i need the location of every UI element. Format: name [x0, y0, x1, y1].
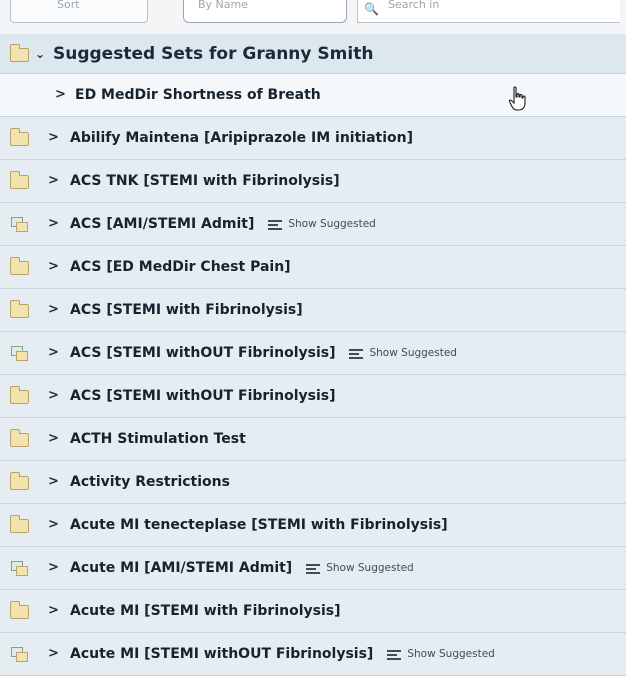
- list-item[interactable]: > ACS TNK [STEMI with Fibrinolysis]: [0, 160, 626, 203]
- chevron-down-icon[interactable]: ⌄: [35, 46, 47, 62]
- search-input[interactable]: Search in: [357, 0, 620, 23]
- toolbar: Sort By Name Search in 🔍: [0, 0, 626, 35]
- list-item-text: ACS TNK [STEMI with Fibrinolysis]: [70, 173, 340, 189]
- chevron-right-icon[interactable]: >: [48, 173, 60, 189]
- toolbar-segment[interactable]: Sort: [10, 0, 148, 23]
- chevron-right-icon[interactable]: >: [48, 302, 60, 318]
- list-item[interactable]: > Acute MI tenecteplase [STEMI with Fibri…: [0, 504, 626, 547]
- suggested-sets-title: Suggested Sets for Granny Smith: [53, 43, 374, 64]
- folder-icon: [10, 300, 29, 318]
- list-lines-icon: [387, 649, 402, 660]
- list-lines-icon: [349, 348, 364, 359]
- list-item-label: ACS [STEMI withOUT Fibrinolysis] Show Sug…: [70, 344, 457, 362]
- folder-icon: [10, 429, 29, 447]
- list-item-label: ACS [AMI/STEMI Admit] Show Suggested: [70, 215, 376, 233]
- list-item-text: Acute MI [STEMI withOUT Fibrinolysis]: [70, 646, 374, 662]
- list-item-text: ACTH Stimulation Test: [70, 431, 246, 447]
- chevron-right-icon[interactable]: >: [48, 646, 60, 662]
- list-item-label: Activity Restrictions: [70, 473, 230, 491]
- list-item[interactable]: > Activity Restrictions: [0, 461, 626, 504]
- folder-icon: [10, 257, 29, 275]
- folder-icon: [10, 386, 29, 404]
- list-item-label: Acute MI [STEMI with Fibrinolysis]: [70, 602, 341, 620]
- list-item-text: ACS [STEMI with Fibrinolysis]: [70, 302, 303, 318]
- list-lines-icon: [268, 219, 283, 230]
- list-item-label: ACS [STEMI with Fibrinolysis]: [70, 301, 303, 319]
- hand-pointer-cursor-icon: [508, 86, 526, 111]
- list-lines-icon: [306, 563, 321, 574]
- list-item[interactable]: > ACS [AMI/STEMI Admit] Show Suggested: [0, 203, 626, 246]
- show-suggested-button[interactable]: Show Suggested: [268, 215, 376, 233]
- search-icon: 🔍: [364, 2, 379, 16]
- chevron-right-icon[interactable]: >: [48, 216, 60, 232]
- list-item-text: Abilify Maintena [Aripiprazole IM initia…: [70, 130, 414, 146]
- show-suggested-button[interactable]: Show Suggested: [349, 344, 457, 362]
- chevron-right-icon[interactable]: >: [48, 388, 60, 404]
- toolbar-segment-text: Sort: [57, 0, 80, 11]
- folder-icon: [10, 43, 29, 62]
- folder-icon: [10, 128, 29, 146]
- show-suggested-button[interactable]: Show Suggested: [387, 645, 495, 663]
- list-item[interactable]: > ACS [STEMI withOUT Fibrinolysis]: [0, 375, 626, 418]
- list-item[interactable]: > Acute MI [STEMI with Fibrinolysis]: [0, 590, 626, 633]
- list-item[interactable]: > Acute MI [AMI/STEMI Admit] Show Suggeste…: [0, 547, 626, 590]
- chevron-right-icon[interactable]: >: [48, 603, 60, 619]
- chevron-right-icon[interactable]: >: [48, 259, 60, 275]
- chevron-right-icon[interactable]: >: [48, 431, 60, 447]
- list-item-text: ACS [ED MedDir Chest Pain]: [70, 259, 291, 275]
- order-set-icon: [10, 216, 28, 232]
- list-item-text: ACS [STEMI withOUT Fibrinolysis]: [70, 345, 336, 361]
- list-item[interactable]: > Acute MI [STEMI withOUT Fibrinolysis] Sh…: [0, 633, 626, 676]
- order-set-icon: [10, 646, 28, 662]
- chevron-right-icon[interactable]: >: [48, 517, 60, 533]
- folder-icon: [10, 171, 29, 189]
- list-item-label: ACTH Stimulation Test: [70, 430, 246, 448]
- list-item[interactable]: > ACS [STEMI withOUT Fibrinolysis] Show Su…: [0, 332, 626, 375]
- show-suggested-label: Show Suggested: [369, 347, 457, 359]
- chevron-right-icon[interactable]: >: [48, 560, 60, 576]
- order-set-icon: [10, 560, 28, 576]
- list-item[interactable]: > Abilify Maintena [Aripiprazole IM initi…: [0, 117, 626, 160]
- list-item[interactable]: > ACS [ED MedDir Chest Pain]: [0, 246, 626, 289]
- list-item-label: ED MedDir Shortness of Breath: [75, 86, 321, 104]
- folder-icon: [10, 601, 29, 619]
- show-suggested-label: Show Suggested: [407, 648, 495, 660]
- sort-select-text: By Name: [198, 0, 249, 11]
- folder-icon: [10, 472, 29, 490]
- list-item-text: Activity Restrictions: [70, 474, 230, 490]
- suggested-sets-header[interactable]: ⌄ Suggested Sets for Granny Smith: [0, 34, 626, 74]
- list-item-text: ACS [STEMI withOUT Fibrinolysis]: [70, 388, 336, 404]
- folder-icon: [10, 515, 29, 533]
- list-item-label: Acute MI tenecteplase [STEMI with Fibrin…: [70, 516, 448, 534]
- list-item-label: Acute MI [STEMI withOUT Fibrinolysis] Sho…: [70, 645, 495, 663]
- list-item-text: ED MedDir Shortness of Breath: [75, 87, 321, 103]
- chevron-right-icon[interactable]: >: [55, 87, 67, 103]
- show-suggested-button[interactable]: Show Suggested: [306, 559, 414, 577]
- list-item-label: ACS TNK [STEMI with Fibrinolysis]: [70, 172, 340, 190]
- sort-select[interactable]: By Name: [183, 0, 347, 23]
- list-item-text: Acute MI [AMI/STEMI Admit]: [70, 560, 293, 576]
- suggested-sets-list: ⌄ Suggested Sets for Granny Smith > ED Me…: [0, 34, 626, 676]
- list-item-label: ACS [STEMI withOUT Fibrinolysis]: [70, 387, 335, 405]
- list-item-text: Acute MI tenecteplase [STEMI with Fibrin…: [70, 517, 448, 533]
- list-item-label: Acute MI [AMI/STEMI Admit] Show Suggested: [70, 559, 414, 577]
- chevron-right-icon[interactable]: >: [48, 130, 60, 146]
- list-item-text: ACS [AMI/STEMI Admit]: [70, 216, 255, 232]
- list-item-label: ACS [ED MedDir Chest Pain]: [70, 258, 291, 276]
- list-item-text: Acute MI [STEMI with Fibrinolysis]: [70, 603, 341, 619]
- list-item[interactable]: > ACS [STEMI with Fibrinolysis]: [0, 289, 626, 332]
- show-suggested-label: Show Suggested: [326, 562, 414, 574]
- show-suggested-label: Show Suggested: [288, 218, 376, 230]
- list-item[interactable]: > ED MedDir Shortness of Breath: [0, 74, 626, 117]
- list-item-label: Abilify Maintena [Aripiprazole IM initia…: [70, 129, 413, 147]
- list-item[interactable]: > ACTH Stimulation Test: [0, 418, 626, 461]
- chevron-right-icon[interactable]: >: [48, 345, 60, 361]
- chevron-right-icon[interactable]: >: [48, 474, 60, 490]
- search-placeholder: Search in: [388, 0, 440, 11]
- order-set-icon: [10, 345, 28, 361]
